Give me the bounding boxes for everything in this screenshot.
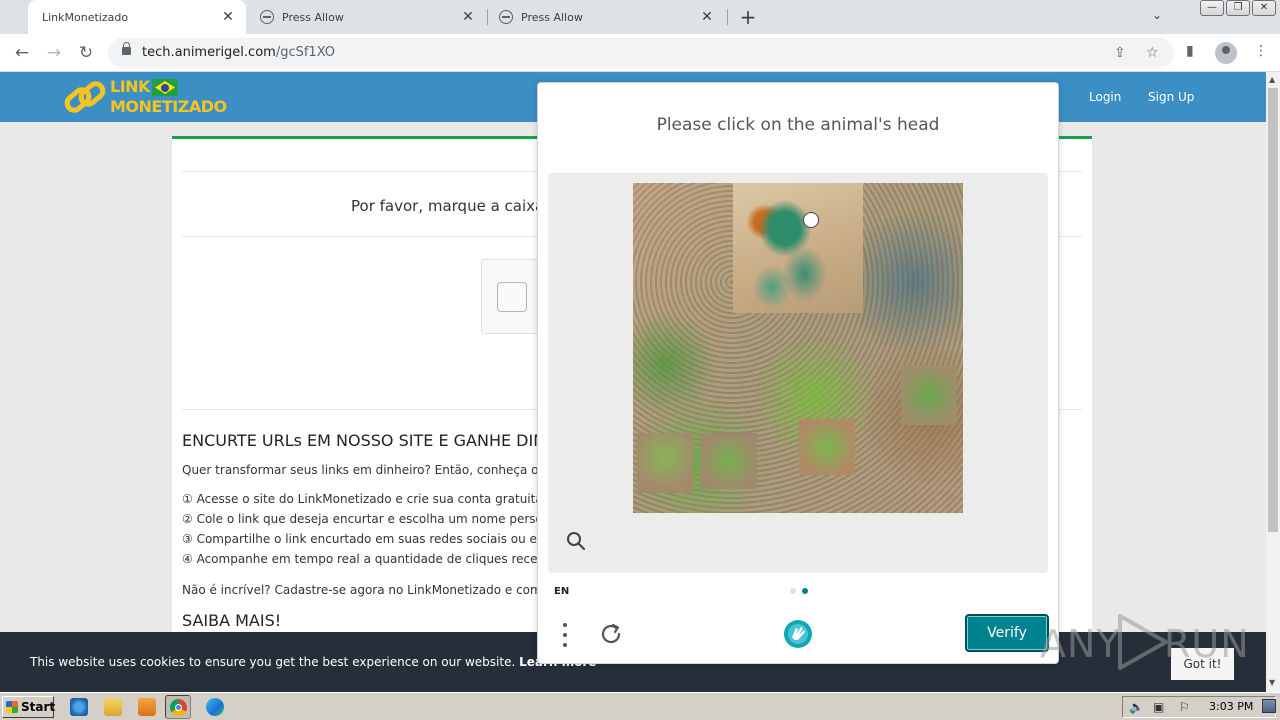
browser-toolbar: ← → ↻ tech.animerigel.com/gcSf1XO ⇪ ☆ ▮ … bbox=[0, 34, 1280, 72]
bookmark-star-icon[interactable]: ☆ bbox=[1146, 45, 1159, 61]
chrome-icon-center bbox=[175, 704, 182, 711]
refresh-icon[interactable] bbox=[598, 621, 624, 647]
url-host: tech.animerigel.com bbox=[142, 45, 276, 60]
image-tile bbox=[901, 365, 957, 425]
linkmonetizado-logo[interactable]: LINK MONETIZADO bbox=[64, 75, 227, 121]
tab-separator bbox=[727, 9, 728, 25]
language-selector[interactable]: EN bbox=[554, 586, 569, 597]
side-panel-icon[interactable]: ▮ bbox=[1186, 43, 1194, 59]
lock-icon[interactable] bbox=[122, 42, 131, 55]
tab-search-chevron-icon[interactable]: ⌄ bbox=[1152, 8, 1162, 22]
show-desktop-icon[interactable] bbox=[1262, 699, 1276, 713]
url-path: /gcSf1XO bbox=[275, 45, 335, 60]
volume-icon[interactable]: 🔈 bbox=[1129, 700, 1144, 714]
network-icon[interactable]: ▣ bbox=[1153, 700, 1164, 714]
zoom-magnifier-icon[interactable] bbox=[566, 531, 586, 551]
tab-separator bbox=[487, 9, 488, 25]
url-text[interactable]: tech.animerigel.com/gcSf1XO bbox=[142, 45, 335, 60]
internet-explorer-icon[interactable] bbox=[70, 698, 88, 716]
page-dot-2 bbox=[802, 588, 808, 594]
close-tab-icon[interactable]: ✕ bbox=[220, 9, 236, 25]
profile-avatar-icon[interactable] bbox=[1215, 42, 1237, 64]
watermark-text-left: ANY bbox=[1040, 622, 1121, 666]
chain-link-icon bbox=[64, 81, 106, 113]
hcaptcha-logo-icon[interactable] bbox=[782, 618, 814, 650]
new-tab-button[interactable]: + bbox=[736, 5, 760, 29]
step-1-text: ① Acesse o site do LinkMonetizado e crie… bbox=[182, 492, 543, 506]
close-tab-icon[interactable]: ✕ bbox=[699, 9, 715, 25]
challenge-prompt: Please click on the animal's head bbox=[656, 115, 940, 135]
media-player-icon[interactable] bbox=[138, 698, 156, 716]
checkbox-instruction: Por favor, marque a caixa d bbox=[351, 197, 559, 215]
minimize-icon[interactable]: — bbox=[1200, 0, 1224, 16]
challenge-area bbox=[548, 173, 1048, 573]
image-tile bbox=[637, 433, 693, 493]
scrollbar-thumb[interactable] bbox=[1268, 88, 1278, 532]
scroll-up-icon[interactable]: ▲ bbox=[1269, 75, 1275, 84]
cta-text: Não é incrível? Cadastre-se agora no Lin… bbox=[182, 583, 550, 597]
saiba-mais-heading: SAIBA MAIS! bbox=[182, 611, 282, 630]
restore-icon[interactable]: ❐ bbox=[1226, 0, 1250, 16]
logo-text-monetizado: MONETIZADO bbox=[110, 97, 227, 116]
page-scrollbar[interactable]: ▲ ▼ bbox=[1266, 72, 1280, 692]
menu-kebab-icon[interactable]: ⋮ bbox=[1254, 43, 1268, 59]
back-arrow-icon[interactable]: ← bbox=[10, 41, 34, 65]
taskbar-clock[interactable]: 3:03 PM bbox=[1209, 700, 1253, 713]
address-bar[interactable]: tech.animerigel.com/gcSf1XO ⇪ ☆ bbox=[108, 38, 1174, 68]
click-marker[interactable] bbox=[803, 212, 819, 228]
chrome-taskbar-button[interactable] bbox=[165, 695, 191, 719]
page-dot-1 bbox=[790, 588, 796, 594]
anyrun-watermark: ANY RUN bbox=[1040, 608, 1249, 674]
section-heading: ENCURTE URLs EM NOSSO SITE E GANHE DINH bbox=[182, 431, 558, 450]
watermark-text-right: RUN bbox=[1164, 622, 1250, 666]
share-icon[interactable]: ⇪ bbox=[1114, 45, 1126, 61]
captcha-checkbox[interactable] bbox=[497, 282, 527, 312]
image-tile bbox=[701, 433, 757, 489]
start-button[interactable]: Start bbox=[2, 696, 55, 718]
captcha-challenge-dialog: Please click on the animal's head EN Ver… bbox=[537, 82, 1059, 664]
close-window-icon[interactable]: ✕ bbox=[1252, 0, 1276, 16]
chameleon-image-tile bbox=[733, 183, 863, 313]
cookie-message: This website uses cookies to ensure you … bbox=[30, 655, 596, 669]
verify-button[interactable]: Verify bbox=[965, 614, 1049, 652]
flag-icon[interactable]: ⚐ bbox=[1179, 700, 1190, 714]
tab-title: Press Allow bbox=[521, 10, 583, 24]
challenge-image[interactable] bbox=[633, 183, 963, 513]
windows-taskbar: Start 🔈 ▣ ⚐ 3:03 PM bbox=[0, 692, 1280, 720]
browser-tab-bar: LinkMonetizado ✕ Press Allow ✕ Press All… bbox=[0, 0, 1280, 34]
window-controls: — ❐ ✕ bbox=[1198, 0, 1276, 16]
login-link[interactable]: Login bbox=[1089, 90, 1121, 104]
tab-linkmonetizado[interactable]: LinkMonetizado ✕ bbox=[28, 0, 246, 34]
brazil-flag-icon bbox=[152, 79, 178, 96]
logo-text-link: LINK bbox=[110, 77, 150, 96]
reload-icon[interactable]: ↻ bbox=[74, 41, 98, 65]
tab-press-allow-2[interactable]: Press Allow ✕ bbox=[489, 0, 725, 34]
file-explorer-icon[interactable] bbox=[104, 698, 122, 716]
intro-text: Quer transformar seus links em dinheiro?… bbox=[182, 463, 539, 477]
globe-icon bbox=[260, 10, 274, 24]
system-tray: 🔈 ▣ ⚐ 3:03 PM bbox=[1122, 696, 1276, 718]
menu-dots-icon[interactable] bbox=[560, 621, 570, 651]
step-2-text: ② Cole o link que deseja encurtar e esco… bbox=[182, 512, 543, 526]
step-3-text: ③ Compartilhe o link encurtado em suas r… bbox=[182, 532, 549, 546]
cookie-text: This website uses cookies to ensure you … bbox=[30, 655, 516, 669]
tab-title: Press Allow bbox=[282, 10, 344, 24]
scroll-down-icon[interactable]: ▼ bbox=[1269, 678, 1275, 687]
globe-icon bbox=[499, 10, 513, 24]
close-tab-icon[interactable]: ✕ bbox=[460, 9, 476, 25]
tab-title: LinkMonetizado bbox=[42, 10, 129, 24]
tab-press-allow-1[interactable]: Press Allow ✕ bbox=[250, 0, 486, 34]
image-tile bbox=[799, 419, 855, 475]
step-4-text: ④ Acompanhe em tempo real a quantidade d… bbox=[182, 552, 546, 566]
forward-arrow-icon[interactable]: → bbox=[42, 41, 66, 65]
signup-link[interactable]: Sign Up bbox=[1148, 90, 1194, 104]
edge-icon[interactable] bbox=[206, 698, 224, 716]
